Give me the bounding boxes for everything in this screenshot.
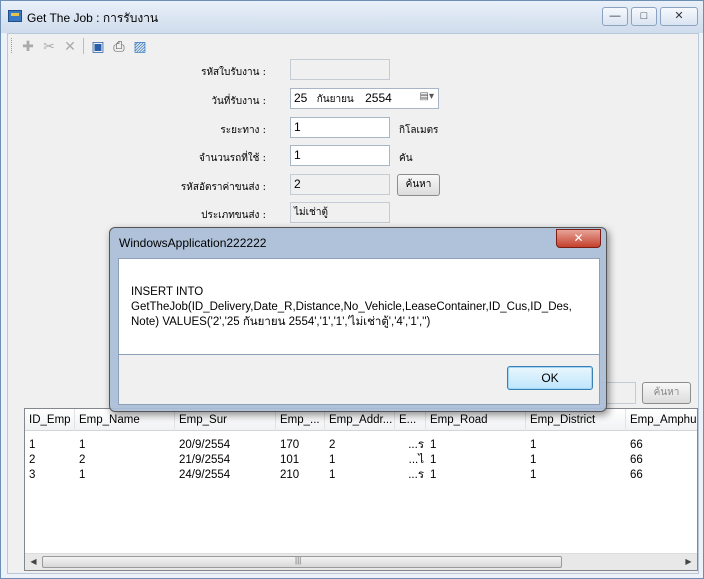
date-year: 2554 bbox=[365, 91, 392, 105]
toolbar: ✚ ✂ ✕ ▣ ⎙ ▨ bbox=[8, 34, 698, 58]
transport-type-field[interactable]: ไม่เช่าตู้ bbox=[290, 202, 390, 223]
message-box-close-button[interactable]: ✕ bbox=[556, 229, 601, 248]
scroll-left-icon[interactable]: ◀ bbox=[25, 554, 42, 570]
destination-search-button[interactable]: ค้นหา bbox=[642, 382, 691, 404]
app-icon bbox=[8, 10, 22, 22]
cut-icon[interactable]: ✂ bbox=[41, 38, 57, 54]
column-header[interactable]: Emp_Addr... bbox=[325, 409, 395, 431]
column-header[interactable]: ID_Emp bbox=[25, 409, 75, 431]
toolbar-grip[interactable] bbox=[11, 38, 14, 53]
grid-cell: 1 bbox=[530, 439, 537, 451]
grid-cell: 20/9/2554 bbox=[179, 439, 231, 451]
message-box-title: WindowsApplication222222 bbox=[119, 236, 267, 250]
column-header[interactable]: Emp_Road bbox=[426, 409, 526, 431]
distance-unit: กิโลเมตร bbox=[399, 125, 439, 136]
main-window: Get The Job : การรับงาน — □ ✕ ✚ ✂ ✕ ▣ ⎙ … bbox=[0, 0, 704, 579]
message-box-body: INSERT INTO GetTheJob(ID_Delivery,Date_R… bbox=[118, 258, 600, 355]
grid-cell: 21/9/2554 bbox=[179, 454, 231, 466]
column-header[interactable]: Emp_... bbox=[276, 409, 325, 431]
grid-cell: 1 bbox=[29, 439, 36, 451]
print-icon[interactable]: ⎙ bbox=[111, 38, 127, 54]
grid-cell: 2 bbox=[329, 439, 336, 451]
image-icon[interactable]: ▨ bbox=[132, 38, 148, 54]
maximize-button[interactable]: □ bbox=[631, 7, 657, 26]
column-header[interactable]: Emp_Name bbox=[75, 409, 175, 431]
scroll-right-icon[interactable]: ▶ bbox=[680, 554, 697, 570]
grid-cell: 1 bbox=[430, 469, 437, 481]
calendar-dropdown-icon[interactable]: ▤▾ bbox=[420, 91, 434, 102]
distance-input[interactable]: 1 bbox=[290, 117, 390, 138]
column-header[interactable]: Emp_District bbox=[526, 409, 626, 431]
vehicles-label: จำนวนรถที่ใช้ : bbox=[199, 153, 266, 164]
grid-cell: 66 bbox=[630, 469, 643, 481]
date-label: วันที่รับงาน : bbox=[211, 96, 266, 107]
grid-cell: 66 bbox=[630, 454, 643, 466]
date-day: 25 bbox=[294, 91, 308, 105]
message-box: WindowsApplication222222 ✕ INSERT INTO G… bbox=[109, 227, 607, 412]
add-icon[interactable]: ✚ bbox=[20, 38, 36, 54]
transport-type-label: ประเภทขนส่ง : bbox=[201, 210, 266, 221]
grid-cell: 1 bbox=[79, 439, 86, 451]
rate-search-button[interactable]: ค้นหา bbox=[397, 174, 440, 196]
column-header[interactable]: Emp_Amphu bbox=[626, 409, 697, 431]
grid-header: ID_Emp Emp_Name Emp_Sur Emp_... Emp_Addr… bbox=[25, 409, 697, 431]
column-header[interactable]: Emp_Sur bbox=[175, 409, 276, 431]
grid-cell: 3 bbox=[29, 469, 36, 481]
grid-cell: 1 bbox=[530, 454, 537, 466]
employee-grid[interactable]: ID_Emp Emp_Name Emp_Sur Emp_... Emp_Addr… bbox=[24, 408, 698, 571]
vehicles-unit: คัน bbox=[399, 153, 413, 164]
grid-cell: ...ร bbox=[408, 439, 424, 451]
grid-cell: 1 bbox=[430, 439, 437, 451]
grid-cell: ...ร bbox=[408, 469, 424, 481]
vehicles-input[interactable]: 1 bbox=[290, 145, 390, 166]
grid-cell: 1 bbox=[79, 469, 86, 481]
window-title: Get The Job : การรับงาน bbox=[27, 11, 159, 25]
grid-cell: 2 bbox=[79, 454, 86, 466]
column-header[interactable]: E... bbox=[395, 409, 426, 431]
job-id-field[interactable] bbox=[290, 59, 390, 80]
title-bar[interactable]: Get The Job : การรับงาน — □ ✕ bbox=[1, 1, 703, 33]
grid-cell: 1 bbox=[530, 469, 537, 481]
job-id-label: รหัสใบรับงาน : bbox=[201, 67, 266, 78]
save-icon[interactable]: ▣ bbox=[90, 38, 106, 54]
rate-id-field[interactable]: 2 bbox=[290, 174, 390, 195]
grid-cell: 66 bbox=[630, 439, 643, 451]
close-button[interactable]: ✕ bbox=[660, 7, 698, 26]
minimize-button[interactable]: — bbox=[602, 7, 628, 26]
grid-cell: 1 bbox=[329, 454, 336, 466]
grid-cell: 1 bbox=[329, 469, 336, 481]
ok-button[interactable]: OK bbox=[507, 366, 593, 390]
grid-cell: 24/9/2554 bbox=[179, 469, 231, 481]
grid-cell: 170 bbox=[280, 439, 300, 451]
delete-icon[interactable]: ✕ bbox=[62, 38, 78, 54]
rate-id-label: รหัสอัตราค่าขนส่ง : bbox=[180, 182, 266, 193]
horizontal-scrollbar[interactable]: ◀ ||| ▶ bbox=[25, 553, 697, 570]
scroll-grip: ||| bbox=[295, 556, 302, 565]
grid-cell: 2 bbox=[29, 454, 36, 466]
grid-cell: 101 bbox=[280, 454, 300, 466]
distance-label: ระยะทาง : bbox=[220, 125, 266, 136]
toolbar-separator bbox=[83, 38, 84, 54]
scrollbar-thumb[interactable]: ||| bbox=[42, 556, 562, 568]
message-text: INSERT INTO GetTheJob(ID_Delivery,Date_R… bbox=[131, 286, 572, 328]
date-month: กันยายน bbox=[316, 94, 354, 105]
grid-cell: ...ไ bbox=[408, 454, 424, 466]
grid-cell: 210 bbox=[280, 469, 300, 481]
message-box-footer: OK bbox=[118, 355, 600, 405]
date-picker[interactable]: 25 กันยายน 2554 ▤▾ bbox=[290, 88, 439, 109]
grid-cell: 1 bbox=[430, 454, 437, 466]
